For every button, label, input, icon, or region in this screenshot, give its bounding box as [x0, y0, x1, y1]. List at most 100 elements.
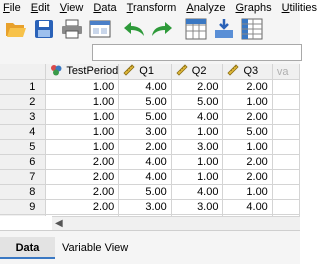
empty-cell[interactable] — [272, 79, 300, 95]
empty-cell[interactable] — [272, 154, 300, 170]
undo-icon[interactable] — [122, 17, 146, 41]
data-cell[interactable]: 2.00 — [45, 199, 120, 215]
cell-value-input[interactable] — [92, 44, 302, 61]
row-number[interactable]: 8 — [0, 184, 47, 200]
row-number[interactable]: 2 — [0, 94, 47, 110]
data-cell[interactable]: 1.00 — [45, 79, 120, 95]
menu-mnemonic: A — [186, 2, 194, 14]
data-cell[interactable]: 1.00 — [171, 169, 224, 185]
data-cell[interactable]: 3.00 — [118, 124, 172, 140]
data-cell[interactable]: 2.00 — [222, 169, 273, 185]
scale-ruler-icon — [227, 64, 240, 79]
table-row: 9 2.00 3.00 3.00 4.00 — [0, 199, 300, 215]
data-cell[interactable]: 4.00 — [171, 184, 224, 200]
menu-utilities[interactable]: Utilities — [277, 0, 320, 16]
empty-cell[interactable] — [272, 94, 300, 110]
menu-mnemonic: V — [59, 2, 67, 14]
menu-label-rest: raphs — [244, 2, 272, 14]
data-cell[interactable]: 5.00 — [118, 94, 172, 110]
menu-transform[interactable]: Transform — [122, 0, 182, 16]
data-cell[interactable]: 5.00 — [171, 94, 224, 110]
data-grid: TestPeriod Q1 Q2 Q3 va 1 1.00 4.00 2.00 2.00 2 1.0… — [0, 64, 300, 216]
tab-data-view[interactable]: Data View — [0, 237, 55, 259]
data-cell[interactable]: 3.00 — [171, 139, 224, 155]
data-cell[interactable]: 3.00 — [118, 199, 172, 215]
open-folder-icon[interactable] — [4, 17, 28, 41]
nominal-measure-icon — [50, 64, 62, 79]
data-cell[interactable]: 1.00 — [171, 124, 224, 140]
empty-cell[interactable] — [272, 184, 300, 200]
data-cell[interactable]: 4.00 — [118, 154, 172, 170]
row-number[interactable]: 9 — [0, 199, 47, 215]
row-number[interactable]: 10 — [0, 214, 47, 216]
data-cell[interactable]: 2.00 — [222, 154, 273, 170]
empty-cell[interactable] — [272, 199, 300, 215]
data-cell[interactable]: 5.00 — [118, 184, 172, 200]
data-cell[interactable]: 1.00 — [45, 124, 120, 140]
data-cell[interactable]: 2.00 — [45, 169, 120, 185]
empty-cell[interactable] — [272, 109, 300, 125]
data-cell[interactable]: 5.00 — [222, 124, 273, 140]
table-row: 1 1.00 4.00 2.00 2.00 — [0, 79, 300, 95]
column-header-testperiod[interactable]: TestPeriod — [45, 64, 120, 80]
goto-case-icon[interactable] — [184, 17, 208, 41]
row-number[interactable]: 1 — [0, 79, 47, 95]
row-number[interactable]: 5 — [0, 139, 47, 155]
data-cell[interactable]: 1.00 — [45, 109, 120, 125]
row-number[interactable]: 7 — [0, 169, 47, 185]
data-cell[interactable]: 3.00 — [171, 199, 224, 215]
column-header-va[interactable]: va — [272, 64, 300, 80]
save-disk-icon[interactable] — [32, 17, 56, 41]
scale-ruler-icon — [176, 64, 188, 79]
data-cell[interactable]: 2.00 — [45, 154, 120, 170]
table-row: 2 1.00 5.00 5.00 1.00 — [0, 94, 300, 110]
column-header-q2[interactable]: Q2 — [171, 64, 224, 80]
data-cell[interactable]: 1.00 — [45, 139, 120, 155]
empty-cell[interactable] — [272, 139, 300, 155]
data-cell[interactable]: 1.00 — [222, 139, 273, 155]
data-cell[interactable]: 2.00 — [222, 109, 273, 125]
menu-file[interactable]: File — [0, 0, 26, 16]
data-cell[interactable]: 1.00 — [45, 94, 120, 110]
row-number[interactable]: 4 — [0, 124, 47, 140]
grid-corner[interactable] — [0, 64, 47, 80]
data-cell[interactable]: 1.00 — [222, 184, 273, 200]
recall-dialog-icon[interactable] — [88, 17, 112, 41]
row-number[interactable]: 3 — [0, 109, 47, 125]
menu-mnemonic: F — [3, 2, 10, 14]
table-row: 5 1.00 2.00 3.00 1.00 — [0, 139, 300, 155]
variables-icon[interactable] — [240, 17, 264, 41]
scroll-left-icon[interactable]: ◀ — [55, 218, 63, 229]
redo-icon[interactable] — [150, 17, 174, 41]
data-cell[interactable]: 4.00 — [118, 169, 172, 185]
horizontal-scrollbar[interactable]: ◀ — [52, 216, 300, 230]
data-cell[interactable]: 5.00 — [118, 109, 172, 125]
menu-edit[interactable]: Edit — [26, 0, 55, 16]
menu-mnemonic: U — [281, 2, 290, 14]
data-cell[interactable]: 1.00 — [222, 94, 273, 110]
data-cell[interactable]: 4.00 — [222, 199, 273, 215]
data-cell[interactable]: 4.00 — [171, 109, 224, 125]
menu-label-rest: ransform — [132, 2, 177, 14]
data-cell[interactable]: 2.00 — [222, 79, 273, 95]
empty-cell[interactable] — [272, 124, 300, 140]
menu-data[interactable]: Data — [88, 0, 121, 16]
data-table: TestPeriod Q1 Q2 Q3 va 1 1.00 4.00 2.00 2.00 2 1.0… — [0, 64, 300, 216]
data-cell[interactable]: 1.00 — [171, 154, 224, 170]
menu-graphs[interactable]: Graphs — [230, 0, 276, 16]
print-icon[interactable] — [60, 17, 84, 41]
data-cell[interactable]: 2.00 — [118, 139, 172, 155]
column-header-q3[interactable]: Q3 — [222, 64, 273, 80]
table-row: 4 1.00 3.00 1.00 5.00 — [0, 124, 300, 140]
goto-variable-icon[interactable] — [212, 17, 236, 41]
menu-analyze[interactable]: Analyze — [181, 0, 230, 16]
data-cell[interactable]: 4.00 — [118, 79, 172, 95]
menu-view[interactable]: View — [55, 0, 89, 16]
data-cell[interactable]: 2.00 — [171, 79, 224, 95]
data-cell[interactable]: 2.00 — [45, 184, 120, 200]
tab-variable-view[interactable]: Variable View — [58, 237, 132, 259]
row-number[interactable]: 6 — [0, 154, 47, 170]
column-header-label: va — [276, 65, 289, 78]
column-header-q1[interactable]: Q1 — [118, 64, 172, 80]
empty-cell[interactable] — [272, 169, 300, 185]
